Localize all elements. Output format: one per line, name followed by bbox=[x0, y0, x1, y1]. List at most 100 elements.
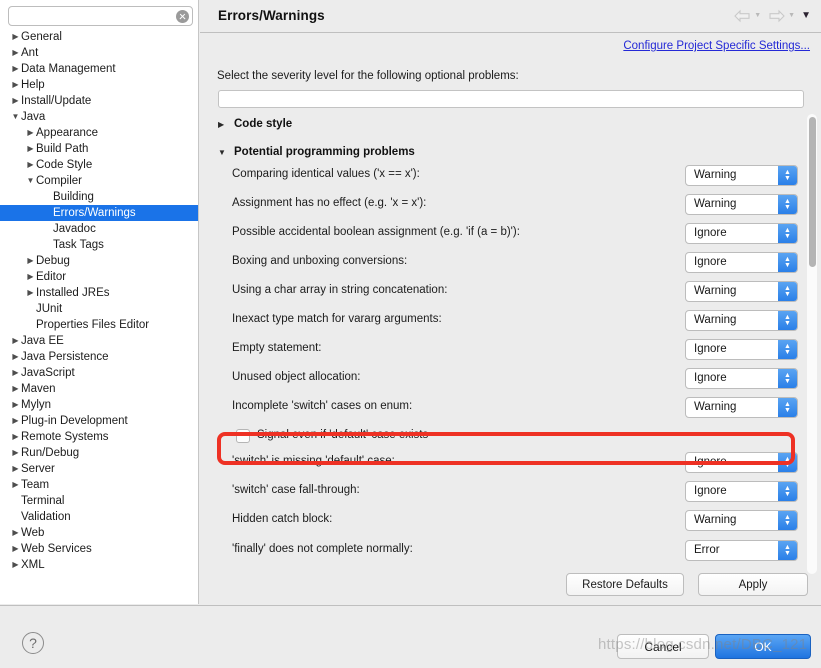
twisty-collapsed-icon[interactable]: ▶ bbox=[10, 381, 21, 397]
section-header-code-style[interactable]: ▶ Code style bbox=[218, 116, 292, 132]
twisty-expanded-icon[interactable]: ▼ bbox=[10, 109, 21, 125]
twisty-collapsed-icon[interactable]: ▶ bbox=[25, 141, 36, 157]
stepper-chevrons-icon[interactable]: ▲ ▼ bbox=[778, 482, 797, 501]
twisty-collapsed-icon[interactable]: ▶ bbox=[10, 429, 21, 445]
sidebar-item-javascript[interactable]: ▶ JavaScript bbox=[0, 365, 198, 381]
twisty-collapsed-icon[interactable]: ▶ bbox=[10, 397, 21, 413]
sidebar-item-run-debug[interactable]: ▶ Run/Debug bbox=[0, 445, 198, 461]
stepper-chevrons-icon[interactable]: ▲ ▼ bbox=[778, 195, 797, 214]
severity-select[interactable]: Warning ▲ ▼ bbox=[685, 310, 798, 331]
severity-select[interactable]: Warning ▲ ▼ bbox=[685, 397, 798, 418]
sidebar-item-mylyn[interactable]: ▶ Mylyn bbox=[0, 397, 198, 413]
sidebar-item-validation[interactable]: Validation bbox=[0, 509, 198, 525]
back-dropdown-caret-icon[interactable]: ▼ bbox=[754, 9, 761, 23]
search-input[interactable] bbox=[8, 6, 193, 26]
apply-button[interactable]: Apply bbox=[698, 573, 808, 596]
sidebar-item-help[interactable]: ▶ Help bbox=[0, 77, 198, 93]
sidebar-item-building[interactable]: Building bbox=[0, 189, 198, 205]
stepper-chevrons-icon[interactable]: ▲ ▼ bbox=[778, 253, 797, 272]
twisty-collapsed-icon[interactable]: ▶ bbox=[25, 157, 36, 173]
twisty-collapsed-icon[interactable]: ▶ bbox=[10, 413, 21, 429]
sidebar-item-properties-files-editor[interactable]: Properties Files Editor bbox=[0, 317, 198, 333]
twisty-collapsed-icon[interactable]: ▶ bbox=[10, 349, 21, 365]
sidebar-item-appearance[interactable]: ▶ Appearance bbox=[0, 125, 198, 141]
sidebar-item-javadoc[interactable]: Javadoc bbox=[0, 221, 198, 237]
twisty-collapsed-icon[interactable]: ▶ bbox=[25, 253, 36, 269]
severity-select[interactable]: Warning ▲ ▼ bbox=[685, 281, 798, 302]
help-icon[interactable]: ? bbox=[22, 632, 44, 654]
twisty-collapsed-icon[interactable]: ▶ bbox=[10, 29, 21, 45]
sidebar-item-installed-jres[interactable]: ▶ Installed JREs bbox=[0, 285, 198, 301]
sidebar-item-java-ee[interactable]: ▶ Java EE bbox=[0, 333, 198, 349]
severity-select[interactable]: Ignore ▲ ▼ bbox=[685, 452, 798, 473]
severity-select[interactable]: Ignore ▲ ▼ bbox=[685, 252, 798, 273]
sidebar-item-build-path[interactable]: ▶ Build Path bbox=[0, 141, 198, 157]
sidebar-item-code-style[interactable]: ▶ Code Style bbox=[0, 157, 198, 173]
scrollbar-thumb[interactable] bbox=[808, 117, 816, 267]
severity-select[interactable]: Warning ▲ ▼ bbox=[685, 510, 798, 531]
twisty-collapsed-icon[interactable]: ▶ bbox=[10, 333, 21, 349]
severity-select[interactable]: Error ▲ ▼ bbox=[685, 540, 798, 561]
sidebar-item-plug-in-development[interactable]: ▶ Plug-in Development bbox=[0, 413, 198, 429]
stepper-chevrons-icon[interactable]: ▲ ▼ bbox=[778, 340, 797, 359]
twisty-collapsed-icon[interactable]: ▶ bbox=[10, 365, 21, 381]
section-header-potential-programming-problems[interactable]: ▼ Potential programming problems bbox=[218, 144, 415, 160]
filter-input[interactable] bbox=[218, 90, 804, 108]
sidebar-item-general[interactable]: ▶ General bbox=[0, 29, 198, 45]
sidebar-item-junit[interactable]: JUnit bbox=[0, 301, 198, 317]
severity-select[interactable]: Ignore ▲ ▼ bbox=[685, 339, 798, 360]
sidebar-item-data-management[interactable]: ▶ Data Management bbox=[0, 61, 198, 77]
twisty-collapsed-icon[interactable]: ▶ bbox=[10, 525, 21, 541]
ok-button[interactable]: OK bbox=[715, 634, 811, 659]
stepper-chevrons-icon[interactable]: ▲ ▼ bbox=[778, 453, 797, 472]
twisty-collapsed-icon[interactable]: ▶ bbox=[10, 77, 21, 93]
sidebar-item-maven[interactable]: ▶ Maven bbox=[0, 381, 198, 397]
twisty-collapsed-icon[interactable]: ▶ bbox=[10, 477, 21, 493]
sidebar-item-task-tags[interactable]: Task Tags bbox=[0, 237, 198, 253]
stepper-chevrons-icon[interactable]: ▲ ▼ bbox=[778, 166, 797, 185]
sidebar-item-terminal[interactable]: Terminal bbox=[0, 493, 198, 509]
sidebar-item-server[interactable]: ▶ Server bbox=[0, 461, 198, 477]
twisty-collapsed-icon[interactable]: ▶ bbox=[25, 285, 36, 301]
sidebar-item-errors-warnings[interactable]: Errors/Warnings bbox=[0, 205, 198, 221]
twisty-collapsed-icon[interactable]: ▶ bbox=[10, 93, 21, 109]
vertical-scrollbar[interactable] bbox=[807, 114, 817, 574]
stepper-chevrons-icon[interactable]: ▲ ▼ bbox=[778, 511, 797, 530]
configure-project-specific-settings-link[interactable]: Configure Project Specific Settings... bbox=[623, 40, 810, 52]
twisty-collapsed-icon[interactable]: ▶ bbox=[10, 541, 21, 557]
severity-select[interactable]: Warning ▲ ▼ bbox=[685, 194, 798, 215]
sidebar-item-team[interactable]: ▶ Team bbox=[0, 477, 198, 493]
sidebar-item-web-services[interactable]: ▶ Web Services bbox=[0, 541, 198, 557]
sidebar-item-install-update[interactable]: ▶ Install/Update bbox=[0, 93, 198, 109]
twisty-collapsed-icon[interactable]: ▶ bbox=[10, 45, 21, 61]
twisty-expanded-icon[interactable]: ▼ bbox=[218, 145, 234, 161]
stepper-chevrons-icon[interactable]: ▲ ▼ bbox=[778, 541, 797, 560]
stepper-chevrons-icon[interactable]: ▲ ▼ bbox=[778, 369, 797, 388]
sidebar-item-ant[interactable]: ▶ Ant bbox=[0, 45, 198, 61]
twisty-collapsed-icon[interactable]: ▶ bbox=[10, 61, 21, 77]
severity-select[interactable]: Ignore ▲ ▼ bbox=[685, 368, 798, 389]
sidebar-item-web[interactable]: ▶ Web bbox=[0, 525, 198, 541]
twisty-collapsed-icon[interactable]: ▶ bbox=[218, 117, 234, 133]
signal-default-case-checkbox[interactable] bbox=[236, 429, 250, 443]
cancel-button[interactable]: Cancel bbox=[617, 634, 709, 659]
sidebar-item-java[interactable]: ▼ Java bbox=[0, 109, 198, 125]
chevron-down-icon[interactable]: ▼ bbox=[801, 9, 811, 23]
sidebar-item-compiler[interactable]: ▼ Compiler bbox=[0, 173, 198, 189]
preferences-tree[interactable]: ▶ General ▶ Ant ▶ Data Management ▶ Help ▶ Instal… bbox=[0, 29, 198, 604]
clear-circle-icon[interactable] bbox=[176, 10, 189, 23]
stepper-chevrons-icon[interactable]: ▲ ▼ bbox=[778, 311, 797, 330]
sidebar-item-java-persistence[interactable]: ▶ Java Persistence bbox=[0, 349, 198, 365]
stepper-chevrons-icon[interactable]: ▲ ▼ bbox=[778, 398, 797, 417]
twisty-collapsed-icon[interactable]: ▶ bbox=[10, 461, 21, 477]
severity-select[interactable]: Warning ▲ ▼ bbox=[685, 165, 798, 186]
sidebar-item-xml[interactable]: ▶ XML bbox=[0, 557, 198, 573]
sidebar-item-editor[interactable]: ▶ Editor bbox=[0, 269, 198, 285]
back-arrow-icon[interactable] bbox=[733, 9, 752, 23]
severity-select[interactable]: Ignore ▲ ▼ bbox=[685, 481, 798, 502]
stepper-chevrons-icon[interactable]: ▲ ▼ bbox=[778, 224, 797, 243]
sidebar-item-debug[interactable]: ▶ Debug bbox=[0, 253, 198, 269]
twisty-collapsed-icon[interactable]: ▶ bbox=[10, 445, 21, 461]
forward-arrow-icon[interactable] bbox=[767, 9, 786, 23]
twisty-expanded-icon[interactable]: ▼ bbox=[25, 173, 36, 189]
